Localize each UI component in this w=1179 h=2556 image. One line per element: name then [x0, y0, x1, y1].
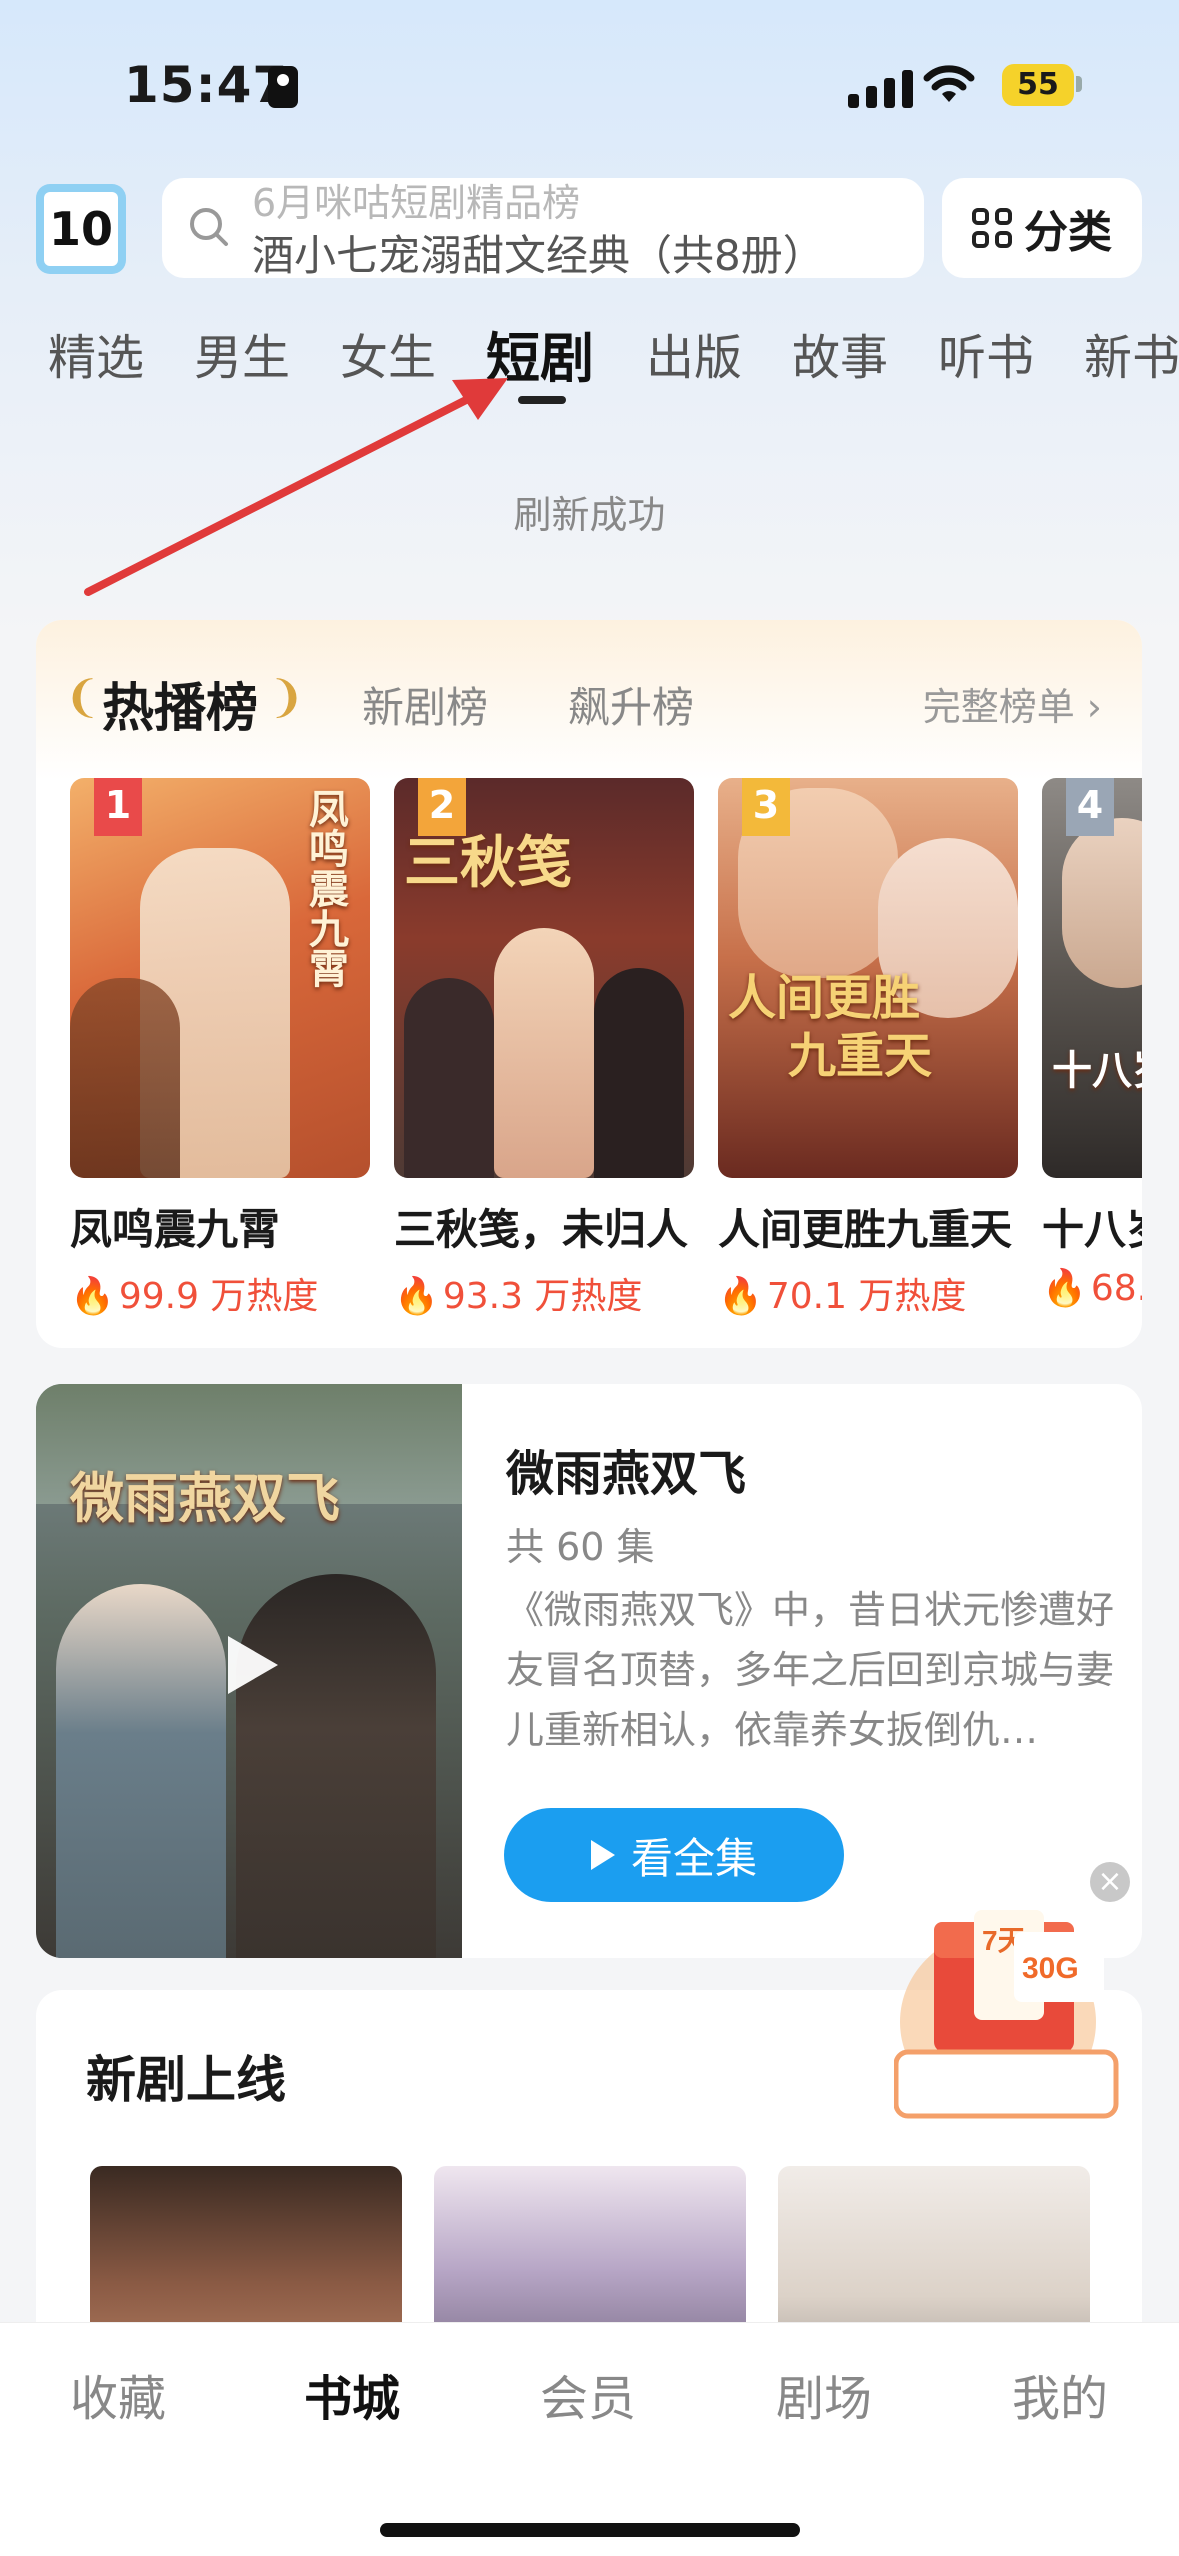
drama-heat: 🔥 99.9 万热度: [70, 1267, 370, 1319]
ranking-tab-new[interactable]: 新剧榜: [362, 674, 488, 735]
featured-episode-count: 共 60 集: [506, 1525, 655, 1569]
drama-title: 三秋笺，未归人: [394, 1205, 689, 1254]
drama-title: 人间更胜九重天: [718, 1205, 1013, 1254]
rank-badge: 1: [94, 778, 142, 836]
drama-heat: 🔥68.0: [1042, 1267, 1142, 1309]
rank-badge: 4: [1066, 778, 1114, 836]
watch-all-label: 看全集: [630, 1833, 757, 1883]
drama-title: 十八岁: [1042, 1205, 1142, 1254]
featured-description: 《微雨燕双飞》中，昔日状元惨遭好友冒名顶替，多年之后回到京城与妻儿重新相认，依靠…: [506, 1588, 1115, 1752]
play-triangle-icon: [590, 1840, 615, 1870]
ranking-item[interactable]: 三秋笺 2 三秋笺，未归人 🔥 93.3 万热度: [394, 778, 694, 1319]
annotation-arrow: [84, 378, 508, 596]
ranking-item[interactable]: 人间更胜 九重天 3 人间更胜九重天 🔥 70.1 万热度: [718, 778, 1018, 1319]
watch-all-button[interactable]: 看全集: [504, 1808, 844, 1902]
laurel-left-icon: ❨: [64, 672, 101, 723]
fire-icon: 🔥: [1042, 1268, 1087, 1309]
chevron-right-icon: ›: [1086, 685, 1102, 729]
drama-poster: 三秋笺 2: [394, 778, 694, 1178]
nav-membership[interactable]: 会员: [540, 2359, 636, 2429]
svg-text:30G: 30G: [1022, 1952, 1079, 1985]
featured-title: 微雨燕双飞: [506, 1446, 747, 1502]
full-ranking-link[interactable]: 完整榜单 ›: [923, 676, 1102, 731]
drama-title: 凤鸣震九霄: [70, 1205, 281, 1254]
ranking-title[interactable]: 热播榜: [102, 666, 258, 741]
drama-heat: 🔥 93.3 万热度: [394, 1267, 694, 1319]
home-indicator: [380, 2523, 800, 2537]
full-ranking-label: 完整榜单: [922, 685, 1075, 729]
hot-ranking-card: ❨ 热播榜 ❩ 新剧榜 飙升榜 完整榜单 › 凤鸣震九霄 1 凤鸣震九霄 🔥 99…: [36, 620, 1142, 1348]
ranking-item[interactable]: 十八岁 4 十八岁 🔥68.0: [1042, 778, 1142, 1309]
bottom-navigation: 收藏 书城 会员 剧场 我的: [0, 2322, 1179, 2556]
rank-badge: 2: [418, 778, 466, 836]
drama-heat: 🔥 70.1 万热度: [718, 1267, 1018, 1319]
drama-poster: 人间更胜 九重天 3: [718, 778, 1018, 1178]
heat-value: 99.9 万热度: [118, 1276, 319, 1317]
poster-title-art: 微雨燕双飞: [70, 1467, 340, 1530]
laurel-right-icon: ❩: [268, 672, 305, 723]
drama-poster: 十八岁 4: [1042, 778, 1142, 1178]
heat-value: 68.0: [1090, 1268, 1142, 1309]
ranking-tab-rising[interactable]: 飙升榜: [568, 674, 694, 735]
floating-promo-widget[interactable]: 7天 30G ×: [893, 1862, 1130, 2122]
ranking-item[interactable]: 凤鸣震九霄 1 凤鸣震九霄 🔥 99.9 万热度: [70, 778, 370, 1319]
play-icon: [228, 1636, 278, 1694]
fire-icon: 🔥: [394, 1276, 439, 1317]
nav-bookstore[interactable]: 书城: [304, 2359, 400, 2429]
fire-icon: 🔥: [718, 1276, 763, 1317]
section-title: 新剧上线: [86, 2051, 286, 2109]
drama-poster: 凤鸣震九霄 1: [70, 778, 370, 1178]
poster-figure-left: [56, 1584, 226, 1958]
nav-profile[interactable]: 我的: [1012, 2359, 1108, 2429]
featured-poster[interactable]: 微雨燕双飞: [36, 1384, 462, 1958]
rank-badge: 3: [742, 778, 790, 836]
close-icon[interactable]: ×: [1090, 1862, 1130, 1902]
poster-subtitle-art: 九重天: [788, 1028, 933, 1084]
nav-theater[interactable]: 剧场: [776, 2359, 872, 2429]
heat-value: 70.1 万热度: [766, 1276, 967, 1317]
fire-icon: 🔥: [70, 1276, 115, 1317]
heat-value: 93.3 万热度: [442, 1276, 643, 1317]
poster-title-art: 凤鸣震九霄: [302, 788, 348, 988]
nav-favorites[interactable]: 收藏: [70, 2359, 166, 2429]
poster-title-art: 十八岁: [1052, 1048, 1142, 1094]
gift-box-icon: 7天 30G: [893, 1910, 1119, 2119]
